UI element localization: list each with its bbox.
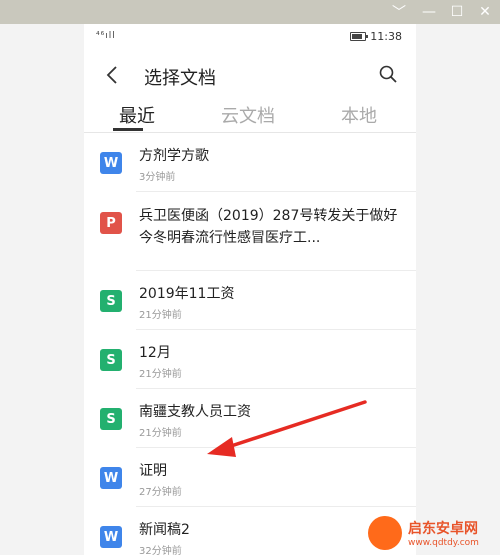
file-time: 32分钟前 [139,546,182,555]
sheet-file-icon: S [100,408,122,430]
file-item[interactable]: P 兵卫医便函（2019）287号转发关于做好今冬明春流行性感冒医疗工... [84,192,416,271]
file-item[interactable]: W 方剂学方歌 3分钟前 [84,133,416,192]
sheet-file-icon: S [100,290,122,312]
search-button[interactable] [378,64,400,86]
status-bar: ⁴⁶ıll 11:38 [84,24,416,50]
word-file-icon: W [100,152,122,174]
file-name: 方剂学方歌 [139,148,209,164]
status-right: 11:38 [350,30,402,43]
watermark-url: www.qdtdy.com [408,538,479,548]
chevron-down-icon: ﹀ [392,5,406,21]
file-name: 12月 [139,345,171,361]
word-file-icon: W [100,467,122,489]
file-name: 证明 [139,463,167,479]
battery-level [352,34,362,39]
watermark: 启东安卓网 www.qdtdy.com [362,512,500,555]
tab-bar: 最近 云文档 本地 [84,98,416,132]
tab-recent[interactable]: 最近 [119,102,155,128]
file-name: 2019年11工资 [139,286,235,302]
close-button[interactable]: ✕ [470,0,500,24]
file-time: 27分钟前 [139,487,182,498]
maximize-button[interactable]: ☐ [442,0,472,24]
watermark-logo-icon [368,516,402,550]
tab-local[interactable]: 本地 [341,102,377,128]
back-button[interactable] [100,60,124,90]
file-time: 21分钟前 [139,310,182,321]
collapse-button[interactable]: ﹀ [384,0,414,24]
pdf-file-icon: P [100,212,122,234]
battery-icon [350,32,369,41]
page-title: 选择文档 [144,68,216,89]
file-name: 南疆支教人员工资 [139,404,251,420]
word-file-icon: W [100,526,122,548]
tab-active-indicator [113,128,143,131]
phone-screen: ⁴⁶ıll 11:38 选择文档 最近 云文档 本地 W 方剂学方歌 3分钟前 … [84,24,416,555]
minimize-button[interactable]: — [414,0,444,24]
file-item[interactable]: S 2019年11工资 21分钟前 [84,271,416,330]
app-header: 选择文档 [84,54,416,98]
file-name: 兵卫医便函（2019）287号转发关于做好今冬明春流行性感冒医疗工... [139,208,398,246]
watermark-name: 启东安卓网 [408,521,478,537]
file-item[interactable]: S 12月 21分钟前 [84,330,416,389]
search-icon [379,65,397,83]
maximize-icon: ☐ [450,4,464,20]
file-time: 3分钟前 [139,172,176,183]
file-time: 21分钟前 [139,428,182,439]
window-title-bar: ﹀ — ☐ ✕ [0,0,500,24]
close-icon: ✕ [479,4,491,20]
file-time: 21分钟前 [139,369,182,380]
file-item[interactable]: S 南疆支教人员工资 21分钟前 [84,389,416,448]
clock: 11:38 [370,30,402,43]
back-arrow-icon [106,66,117,84]
file-list: W 方剂学方歌 3分钟前 P 兵卫医便函（2019）287号转发关于做好今冬明春… [84,133,416,555]
tab-cloud-docs[interactable]: 云文档 [221,102,275,128]
file-item[interactable]: W 证明 27分钟前 [84,448,416,507]
sheet-file-icon: S [100,349,122,371]
minimize-icon: — [422,4,436,20]
signal-wifi-icon: ⁴⁶ıll [96,31,116,41]
